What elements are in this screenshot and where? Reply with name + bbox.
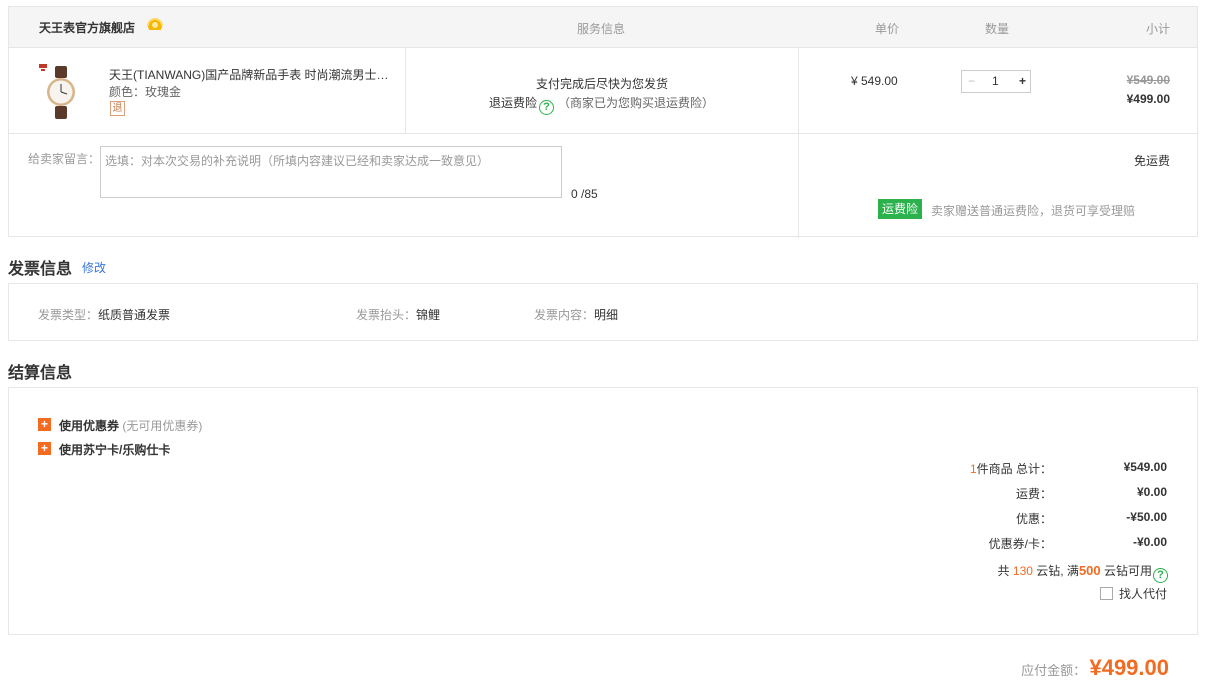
items-total-value: ¥549.00: [1123, 460, 1167, 474]
qty-decrease-button[interactable]: −: [968, 74, 975, 88]
items-total-text: 件商品 总计：: [976, 462, 1052, 476]
coupon-card-label: 优惠券/卡：: [988, 537, 1052, 551]
invoice-header-label: 发票抬头：: [356, 308, 417, 322]
payable-label: 应付金额：: [1021, 663, 1087, 678]
settle-panel: + 使用优惠券 (无可用优惠券) + 使用苏宁卡/乐购仕卡 1件商品 总计： ¥…: [8, 387, 1198, 635]
insurance-note: （商家已为您购买退运费险）: [558, 96, 715, 110]
items-total-label: 1件商品 总计：: [970, 460, 1052, 477]
subtotal: ¥499.00: [1126, 92, 1170, 106]
column-divider: [798, 134, 799, 238]
coin-mid: 云钻, 满: [1036, 564, 1079, 578]
pay-for-me-label: 找人代付: [1118, 587, 1167, 601]
invoice-content-label: 发票内容：: [534, 308, 595, 322]
delivery-note: 支付完成后尽快为您发货: [536, 77, 669, 91]
header-quantity: 数量: [985, 22, 1010, 36]
invoice-type: 发票类型：纸质普通发票: [38, 306, 170, 323]
shop-name-link[interactable]: 天王表官方旗舰店: [39, 19, 135, 36]
shop-badge-icon: [147, 18, 163, 30]
payable-value: ¥499.00: [1089, 655, 1169, 680]
freight-insurance-text: 卖家赠送普通运费险，退货可享受理赔: [931, 204, 1136, 218]
coin-count: 130: [1012, 564, 1033, 578]
product-thumbnail[interactable]: [39, 64, 83, 120]
coupon-note: (无可用优惠券): [122, 419, 203, 433]
column-divider: [798, 48, 799, 134]
qty-value[interactable]: 1: [992, 74, 999, 88]
order-panel: 天王表官方旗舰店 服务信息 单价 数量 小计 天王(TIANWANG)国产品牌新…: [8, 6, 1198, 238]
discount-label: 优惠：: [1015, 512, 1052, 526]
invoice-type-value: 纸质普通发票: [98, 308, 171, 322]
use-card-toggle[interactable]: 使用苏宁卡/乐购仕卡: [59, 441, 170, 458]
invoice-type-label: 发票类型：: [38, 308, 99, 322]
coin-prefix: 共: [997, 564, 1010, 578]
memo-label: 给卖家留言：: [28, 152, 101, 166]
product-row: 天王(TIANWANG)国产品牌新品手表 时尚潮流男士… 颜色：玫瑰金 退 支付…: [9, 48, 1197, 134]
memo-textarea[interactable]: 选填：对本次交易的补充说明（所填内容建议已经和卖家达成一致意见）: [100, 146, 562, 198]
memo-char-count: 0 /85: [571, 187, 598, 201]
coupon-label: 使用优惠券: [59, 419, 120, 433]
freight-label: 运费：: [1015, 487, 1052, 501]
header-service: 服务信息: [577, 22, 626, 36]
invoice-header-value: 锦鲤: [416, 308, 441, 322]
item-count: 1: [969, 462, 977, 476]
column-divider: [405, 48, 406, 134]
header-unit-price: 单价: [875, 22, 900, 36]
payable-amount: 应付金额： ¥499.00: [1021, 655, 1169, 681]
coin-suffix: 云钻可用: [1103, 564, 1152, 578]
return-insurance-line: 退运费险? （商家已为您购买退运费险）: [489, 94, 714, 115]
invoice-header: 发票抬头：锦鲤: [356, 306, 440, 323]
discount-value: -¥50.00: [1126, 510, 1167, 524]
insurance-label: 退运费险: [489, 96, 538, 110]
expand-plus-icon[interactable]: +: [38, 442, 51, 455]
product-color: 颜色：玫瑰金: [109, 85, 182, 99]
freight-insurance-badge: 运费险: [878, 199, 922, 219]
quantity-stepper[interactable]: − 1 +: [961, 70, 1031, 93]
pay-for-me-checkbox[interactable]: [1099, 587, 1113, 600]
invoice-edit-link[interactable]: 修改: [82, 259, 106, 276]
product-title-link[interactable]: 天王(TIANWANG)国产品牌新品手表 时尚潮流男士…: [109, 66, 394, 83]
freight-value: ¥0.00: [1136, 485, 1167, 499]
expand-plus-icon[interactable]: +: [38, 418, 51, 431]
help-icon[interactable]: ?: [1153, 568, 1168, 583]
invoice-content: 发票内容：明细: [534, 306, 618, 323]
coin-threshold: 500: [1078, 563, 1101, 578]
settle-section-title: 结算信息: [8, 365, 73, 382]
use-coupon-toggle[interactable]: 使用优惠券 (无可用优惠券): [59, 417, 202, 434]
cloud-diamond-line: 共 130 云钻, 满500 云钻可用?: [998, 562, 1168, 583]
qty-increase-button[interactable]: +: [1019, 74, 1026, 88]
header-subtotal: 小计: [1145, 22, 1170, 36]
coupon-card-value: -¥0.00: [1132, 535, 1167, 549]
order-header: 天王表官方旗舰店 服务信息 单价 数量 小计: [9, 7, 1197, 48]
invoice-content-value: 明细: [594, 308, 619, 322]
free-shipping-label: 免运费: [1133, 154, 1170, 168]
return-badge-icon: 退: [110, 101, 125, 116]
invoice-section-title: 发票信息: [8, 261, 73, 278]
unit-price: ¥ 549.00: [851, 74, 898, 88]
invoice-panel: 发票类型：纸质普通发票 发票抬头：锦鲤 发票内容：明细: [8, 283, 1198, 341]
pay-for-me-option[interactable]: 找人代付: [1099, 585, 1167, 602]
help-icon[interactable]: ?: [539, 100, 555, 115]
original-subtotal: ¥549.00: [1126, 73, 1170, 87]
